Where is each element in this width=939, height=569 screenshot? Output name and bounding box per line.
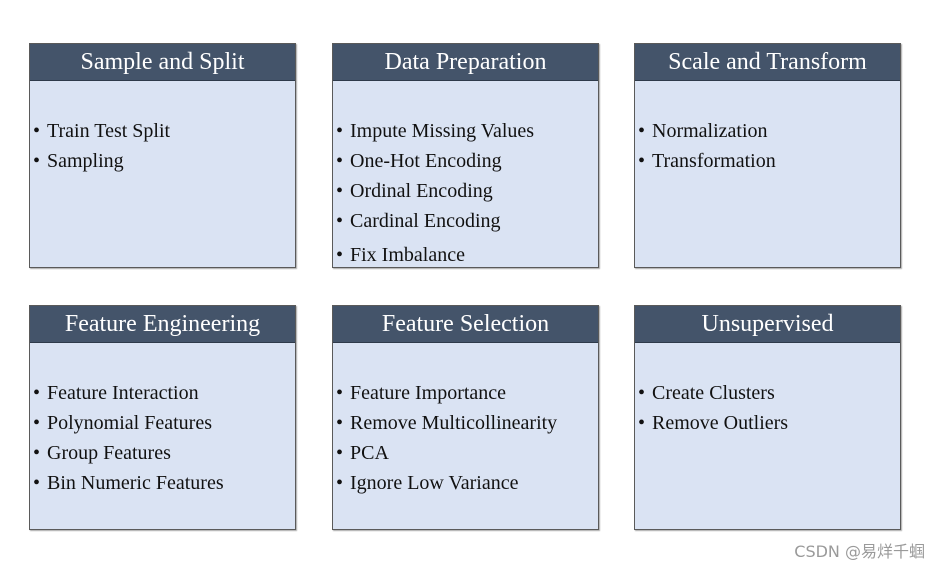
list-item: • Remove Outliers	[638, 408, 788, 438]
item-label: Feature Importance	[350, 382, 507, 404]
watermark: CSDN @易烊千蝈	[794, 542, 925, 561]
item-list: • Create Clusters • Remove Outliers	[638, 378, 788, 438]
list-item: • Polynomial Features	[33, 408, 224, 438]
bullet-icon: •	[336, 150, 344, 172]
bullet-icon: •	[33, 382, 41, 404]
item-list: • Feature Interaction • Polynomial Features…	[33, 378, 224, 498]
bullet-icon: •	[33, 412, 41, 434]
bullet-icon: •	[336, 442, 344, 464]
item-label: Group Features	[47, 442, 171, 464]
box-feature-selection: Feature Selection • Feature Importance • Rem…	[332, 305, 599, 530]
list-item: • Group Features	[33, 438, 224, 468]
item-list: • Train Test Split • Sampling	[33, 116, 170, 176]
item-label: Sampling	[47, 150, 124, 172]
box-data-preparation: Data Preparation • Impute Missing Values • O…	[332, 43, 599, 268]
list-item: • Sampling	[33, 146, 170, 176]
list-item: • Impute Missing Values	[336, 116, 534, 146]
bullet-icon: •	[638, 150, 646, 172]
item-label: Feature Interaction	[47, 382, 199, 404]
item-label: Transformation	[652, 150, 776, 172]
box-scale-and-transform: Scale and Transform • Normalization • Transf…	[634, 43, 901, 268]
bullet-icon: •	[33, 150, 41, 172]
box-sample-and-split: Sample and Split • Train Test Split • Sampli…	[29, 43, 296, 268]
list-item: • Create Clusters	[638, 378, 788, 408]
box-title: Data Preparation	[333, 44, 598, 81]
bullet-icon: •	[336, 120, 344, 142]
item-label: Bin Numeric Features	[47, 472, 224, 494]
bullet-icon: •	[33, 442, 41, 464]
bullet-icon: •	[33, 120, 41, 142]
item-label: Train Test Split	[47, 120, 171, 142]
list-item: • Bin Numeric Features	[33, 468, 224, 498]
bullet-icon: •	[638, 412, 646, 434]
list-item: • Fix Imbalance	[336, 240, 534, 270]
item-list: • Normalization • Transformation	[638, 116, 776, 176]
bullet-icon: •	[336, 472, 344, 494]
item-label: Ignore Low Variance	[350, 472, 519, 494]
item-list: • Impute Missing Values • One-Hot Encoding •…	[336, 116, 534, 270]
item-list: • Feature Importance • Remove Multicollinea…	[336, 378, 557, 498]
box-feature-engineering: Feature Engineering • Feature Interaction •…	[29, 305, 296, 530]
item-label: Fix Imbalance	[350, 244, 465, 266]
bullet-icon: •	[336, 180, 344, 202]
item-label: Remove Multicollinearity	[350, 412, 558, 434]
item-label: PCA	[350, 442, 389, 464]
list-item: • Remove Multicollinearity	[336, 408, 557, 438]
bullet-icon: •	[336, 412, 344, 434]
item-label: Normalization	[652, 120, 768, 142]
list-item: • Train Test Split	[33, 116, 170, 146]
bullet-icon: •	[336, 244, 344, 266]
item-label: Ordinal Encoding	[350, 180, 493, 202]
bullet-icon: •	[336, 382, 344, 404]
box-unsupervised: Unsupervised • Create Clusters • Remove Outl…	[634, 305, 901, 530]
box-title: Sample and Split	[30, 44, 295, 81]
bullet-icon: •	[336, 210, 344, 232]
item-label: One-Hot Encoding	[350, 150, 502, 172]
list-item: • Feature Importance	[336, 378, 557, 408]
box-title: Unsupervised	[635, 306, 900, 343]
list-item: • Ordinal Encoding	[336, 176, 534, 206]
item-label: Polynomial Features	[47, 412, 212, 434]
item-label: Remove Outliers	[652, 412, 789, 434]
item-label: Create Clusters	[652, 382, 775, 404]
bullet-icon: •	[33, 472, 41, 494]
box-title: Feature Selection	[333, 306, 598, 343]
bullet-icon: •	[638, 382, 646, 404]
bullet-icon: •	[638, 120, 646, 142]
list-item: • Cardinal Encoding	[336, 206, 534, 236]
list-item: • PCA	[336, 438, 557, 468]
list-item: • Feature Interaction	[33, 378, 224, 408]
box-title: Feature Engineering	[30, 306, 295, 343]
list-item: • One-Hot Encoding	[336, 146, 534, 176]
list-item: • Normalization	[638, 116, 776, 146]
item-label: Impute Missing Values	[350, 120, 535, 142]
item-label: Cardinal Encoding	[350, 210, 501, 232]
list-item: • Ignore Low Variance	[336, 468, 557, 498]
list-item: • Transformation	[638, 146, 776, 176]
box-title: Scale and Transform	[635, 44, 900, 81]
